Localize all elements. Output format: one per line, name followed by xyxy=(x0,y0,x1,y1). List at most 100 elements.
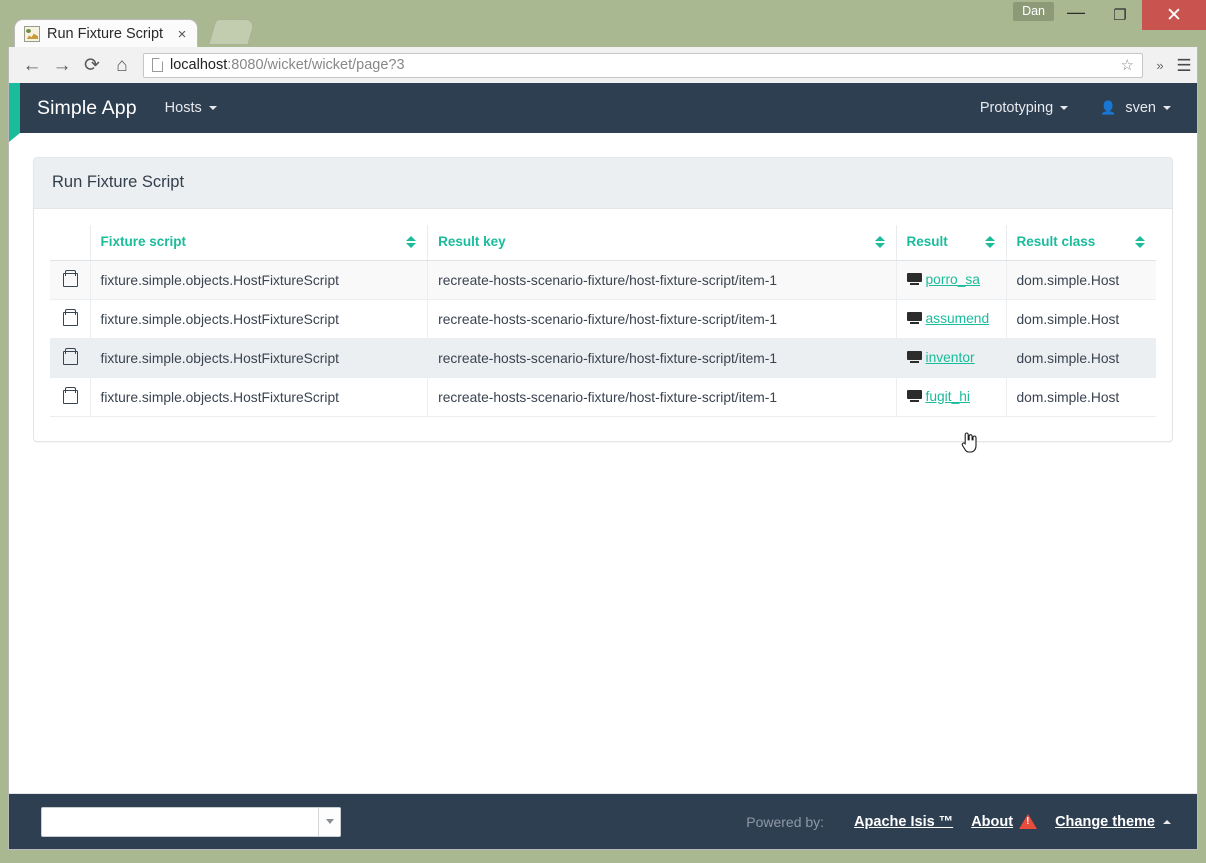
results-table-head: Fixture script Result key Result Result … xyxy=(50,225,1156,261)
column-header-fixture-script-label: Fixture script xyxy=(100,234,187,249)
table-row[interactable]: fixture.simple.objects.HostFixtureScript… xyxy=(50,260,1156,300)
bookmark-star-icon[interactable]: ☆ xyxy=(1121,56,1134,74)
close-window-button[interactable]: ✕ xyxy=(1142,0,1206,30)
change-theme-link[interactable]: Change theme xyxy=(1055,814,1171,830)
url-path: :8080/wicket/wicket/page?3 xyxy=(227,57,405,73)
nav-item-hosts[interactable]: Hosts xyxy=(165,100,217,116)
page-viewport: Simple App Hosts Prototyping 👤 sven Run … xyxy=(8,83,1198,850)
favicon-icon xyxy=(24,26,40,42)
browser-menu-icon[interactable]: ☰ xyxy=(1171,57,1197,74)
row-object-icon-cell xyxy=(50,299,91,339)
cell-result-class: dom.simple.Host xyxy=(1006,299,1156,339)
os-window: Run Fixture Script × Dan — ❐ ✕ ← → ⟳ ⌂ l… xyxy=(0,0,1206,863)
cube-icon xyxy=(62,387,79,404)
powered-by-label: Powered by: xyxy=(746,813,825,830)
chevron-down-icon xyxy=(1163,106,1171,110)
close-tab-icon[interactable]: × xyxy=(173,27,191,42)
user-icon: 👤 xyxy=(1100,100,1117,115)
sort-icon[interactable] xyxy=(405,235,417,249)
column-header-icon xyxy=(50,225,91,261)
chevron-down-icon xyxy=(208,106,217,110)
minimize-button[interactable]: — xyxy=(1054,0,1098,30)
taskbar-label: Dan xyxy=(1013,2,1054,21)
page-content: Run Fixture Script Fixture script Result… xyxy=(9,133,1197,442)
app-navbar: Simple App Hosts Prototyping 👤 sven xyxy=(9,83,1197,142)
cell-result: inventor xyxy=(896,338,1007,378)
result-link[interactable]: assumend xyxy=(926,311,990,326)
monitor-icon xyxy=(906,311,922,325)
browser-tab[interactable]: Run Fixture Script × xyxy=(14,19,198,48)
sort-icon[interactable] xyxy=(984,235,996,249)
navbar-accent-bar xyxy=(9,83,20,142)
monitor-icon xyxy=(906,389,922,403)
chevron-down-icon xyxy=(325,819,334,824)
reload-icon[interactable]: ⟳ xyxy=(77,56,107,75)
page-title: Run Fixture Script xyxy=(52,173,185,191)
apache-isis-label: Apache Isis ™ xyxy=(854,813,954,830)
browser-toolbar: ← → ⟳ ⌂ localhost:8080/wicket/wicket/pag… xyxy=(8,47,1198,83)
nav-item-hosts-label: Hosts xyxy=(164,100,202,116)
result-link[interactable]: porro_sa xyxy=(926,272,980,287)
cell-result-class: dom.simple.Host xyxy=(1006,377,1156,417)
home-icon[interactable]: ⌂ xyxy=(107,56,137,75)
browser-tabstrip: Run Fixture Script × xyxy=(14,19,198,48)
toolbar-overflow-icon[interactable]: » xyxy=(1149,58,1171,73)
monitor-icon xyxy=(906,350,922,364)
page-info-icon xyxy=(152,58,163,72)
monitor-icon xyxy=(906,272,922,286)
cube-icon xyxy=(62,348,79,365)
results-table-body: fixture.simple.objects.HostFixtureScript… xyxy=(50,260,1156,417)
row-object-icon-cell xyxy=(50,377,91,417)
apache-isis-link[interactable]: Apache Isis ™ xyxy=(854,814,953,830)
result-link[interactable]: fugit_hi xyxy=(926,389,971,404)
cell-fixture-script: fixture.simple.objects.HostFixtureScript xyxy=(90,377,429,417)
fixture-script-panel: Run Fixture Script Fixture script Result… xyxy=(33,157,1173,442)
cell-result-class: dom.simple.Host xyxy=(1006,260,1156,300)
about-link[interactable]: About xyxy=(971,814,1038,830)
nav-item-prototyping-label: Prototyping xyxy=(979,100,1054,116)
cell-result-key: recreate-hosts-scenario-fixture/host-fix… xyxy=(427,299,897,339)
theme-select-toggle[interactable] xyxy=(318,807,340,836)
table-row[interactable]: fixture.simple.objects.HostFixtureScript… xyxy=(50,299,1156,339)
column-header-result[interactable]: Result xyxy=(896,225,1007,261)
cell-fixture-script: fixture.simple.objects.HostFixtureScript xyxy=(90,260,429,300)
address-bar-url: localhost:8080/wicket/wicket/page?3 xyxy=(170,57,405,73)
panel-header: Run Fixture Script xyxy=(34,158,1172,209)
column-header-result-label: Result xyxy=(906,234,948,249)
sort-icon[interactable] xyxy=(1134,235,1146,249)
cell-result: porro_sa xyxy=(896,260,1007,300)
sort-icon[interactable] xyxy=(874,235,886,249)
table-row[interactable]: fixture.simple.objects.HostFixtureScript… xyxy=(50,338,1156,378)
nav-item-prototyping[interactable]: Prototyping xyxy=(979,100,1069,116)
cell-fixture-script: fixture.simple.objects.HostFixtureScript xyxy=(90,299,429,339)
url-host: localhost xyxy=(170,57,228,73)
back-icon[interactable]: ← xyxy=(17,56,47,75)
change-theme-label: Change theme xyxy=(1055,813,1155,830)
column-header-result-key[interactable]: Result key xyxy=(427,225,897,261)
column-header-result-class-label: Result class xyxy=(1016,234,1096,249)
chevron-down-icon xyxy=(1060,106,1069,110)
browser-tab-title: Run Fixture Script xyxy=(47,26,164,42)
column-header-result-class[interactable]: Result class xyxy=(1006,225,1156,261)
warning-icon xyxy=(1019,814,1038,829)
row-object-icon-cell xyxy=(50,260,91,300)
column-header-fixture-script[interactable]: Fixture script xyxy=(90,225,429,261)
forward-icon[interactable]: → xyxy=(47,56,77,75)
table-row[interactable]: fixture.simple.objects.HostFixtureScript… xyxy=(50,377,1156,417)
maximize-button[interactable]: ❐ xyxy=(1098,0,1142,30)
cell-result: fugit_hi xyxy=(896,377,1007,417)
nav-item-user[interactable]: 👤 sven xyxy=(1100,100,1171,116)
cube-icon xyxy=(62,309,79,326)
result-link[interactable]: inventor xyxy=(926,350,975,365)
app-brand[interactable]: Simple App xyxy=(37,97,137,120)
theme-select-field[interactable] xyxy=(42,808,318,836)
address-bar[interactable]: localhost:8080/wicket/wicket/page?3 ☆ xyxy=(143,52,1143,78)
cell-result-key: recreate-hosts-scenario-fixture/host-fix… xyxy=(427,260,897,300)
new-tab-button[interactable] xyxy=(208,19,256,45)
panel-body: Fixture script Result key Result Result … xyxy=(34,209,1172,441)
row-object-icon-cell xyxy=(50,338,91,378)
cell-result-key: recreate-hosts-scenario-fixture/host-fix… xyxy=(427,338,897,378)
cell-result: assumend xyxy=(896,299,1007,339)
theme-select[interactable] xyxy=(41,806,341,837)
navbar-right: Prototyping 👤 sven xyxy=(948,100,1171,116)
